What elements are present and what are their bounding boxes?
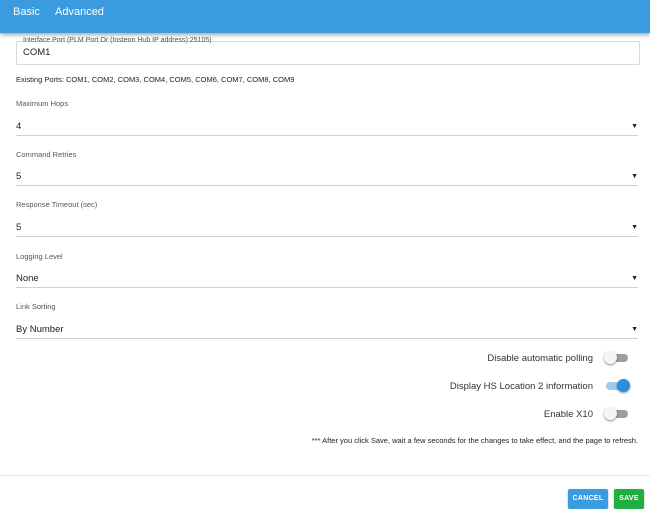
disable-polling-label: Disable automatic polling <box>487 352 593 364</box>
toggle-thumb <box>617 379 630 392</box>
caret-down-icon: ▼ <box>631 224 638 231</box>
response-timeout-label: Response Timeout (sec) <box>16 200 98 209</box>
command-retries-select[interactable]: 5 ▼ <box>16 168 638 186</box>
disable-polling-row: Disable automatic polling <box>487 351 630 365</box>
interface-port-input[interactable] <box>23 47 503 58</box>
tab-advanced[interactable]: Advanced <box>55 6 104 18</box>
display-hs-location-toggle[interactable] <box>604 379 630 393</box>
enable-x10-row: Enable X10 <box>544 407 630 421</box>
maximum-hops-select[interactable]: 4 ▼ <box>16 118 638 136</box>
command-retries-label: Command Retries <box>16 150 77 159</box>
enable-x10-toggle[interactable] <box>604 407 630 421</box>
display-hs-location-label: Display HS Location 2 information <box>449 380 593 392</box>
caret-down-icon: ▼ <box>631 123 638 130</box>
link-sorting-value: By Number <box>16 324 64 335</box>
enable-x10-label: Enable X10 <box>543 408 593 420</box>
link-sorting-select[interactable]: By Number ▼ <box>16 321 638 339</box>
toggle-thumb <box>604 351 617 364</box>
save-button[interactable]: SAVE <box>614 489 644 509</box>
caret-down-icon: ▼ <box>631 173 638 180</box>
footer-divider <box>0 475 650 476</box>
disable-polling-toggle[interactable] <box>604 351 630 365</box>
response-timeout-value: 5 <box>16 222 22 233</box>
maximum-hops-label: Maximum Hops <box>16 99 69 108</box>
caret-down-icon: ▼ <box>631 326 638 333</box>
save-note: *** After you click Save, wait a few sec… <box>311 436 638 445</box>
logging-level-select[interactable]: None ▼ <box>16 270 638 288</box>
command-retries-value: 5 <box>16 171 22 182</box>
tab-basic[interactable]: Basic <box>13 6 40 18</box>
logging-level-label: Logging Level <box>16 252 63 261</box>
link-sorting-label: Link Sorting <box>16 302 56 311</box>
response-timeout-select[interactable]: 5 ▼ <box>16 219 638 237</box>
logging-level-value: None <box>16 273 39 284</box>
display-hs-location-row: Display HS Location 2 information <box>450 379 630 393</box>
top-tab-bar: Basic Advanced <box>0 0 650 33</box>
existing-ports-text: Existing Ports: COM1, COM2, COM3, COM4, … <box>16 75 295 84</box>
cancel-button[interactable]: CANCEL <box>568 489 608 509</box>
maximum-hops-value: 4 <box>16 121 22 132</box>
caret-down-icon: ▼ <box>631 275 638 282</box>
interface-port-label: Interface Port (PLM Port Or (Insteon Hub… <box>23 37 212 44</box>
toggle-thumb <box>604 407 617 420</box>
